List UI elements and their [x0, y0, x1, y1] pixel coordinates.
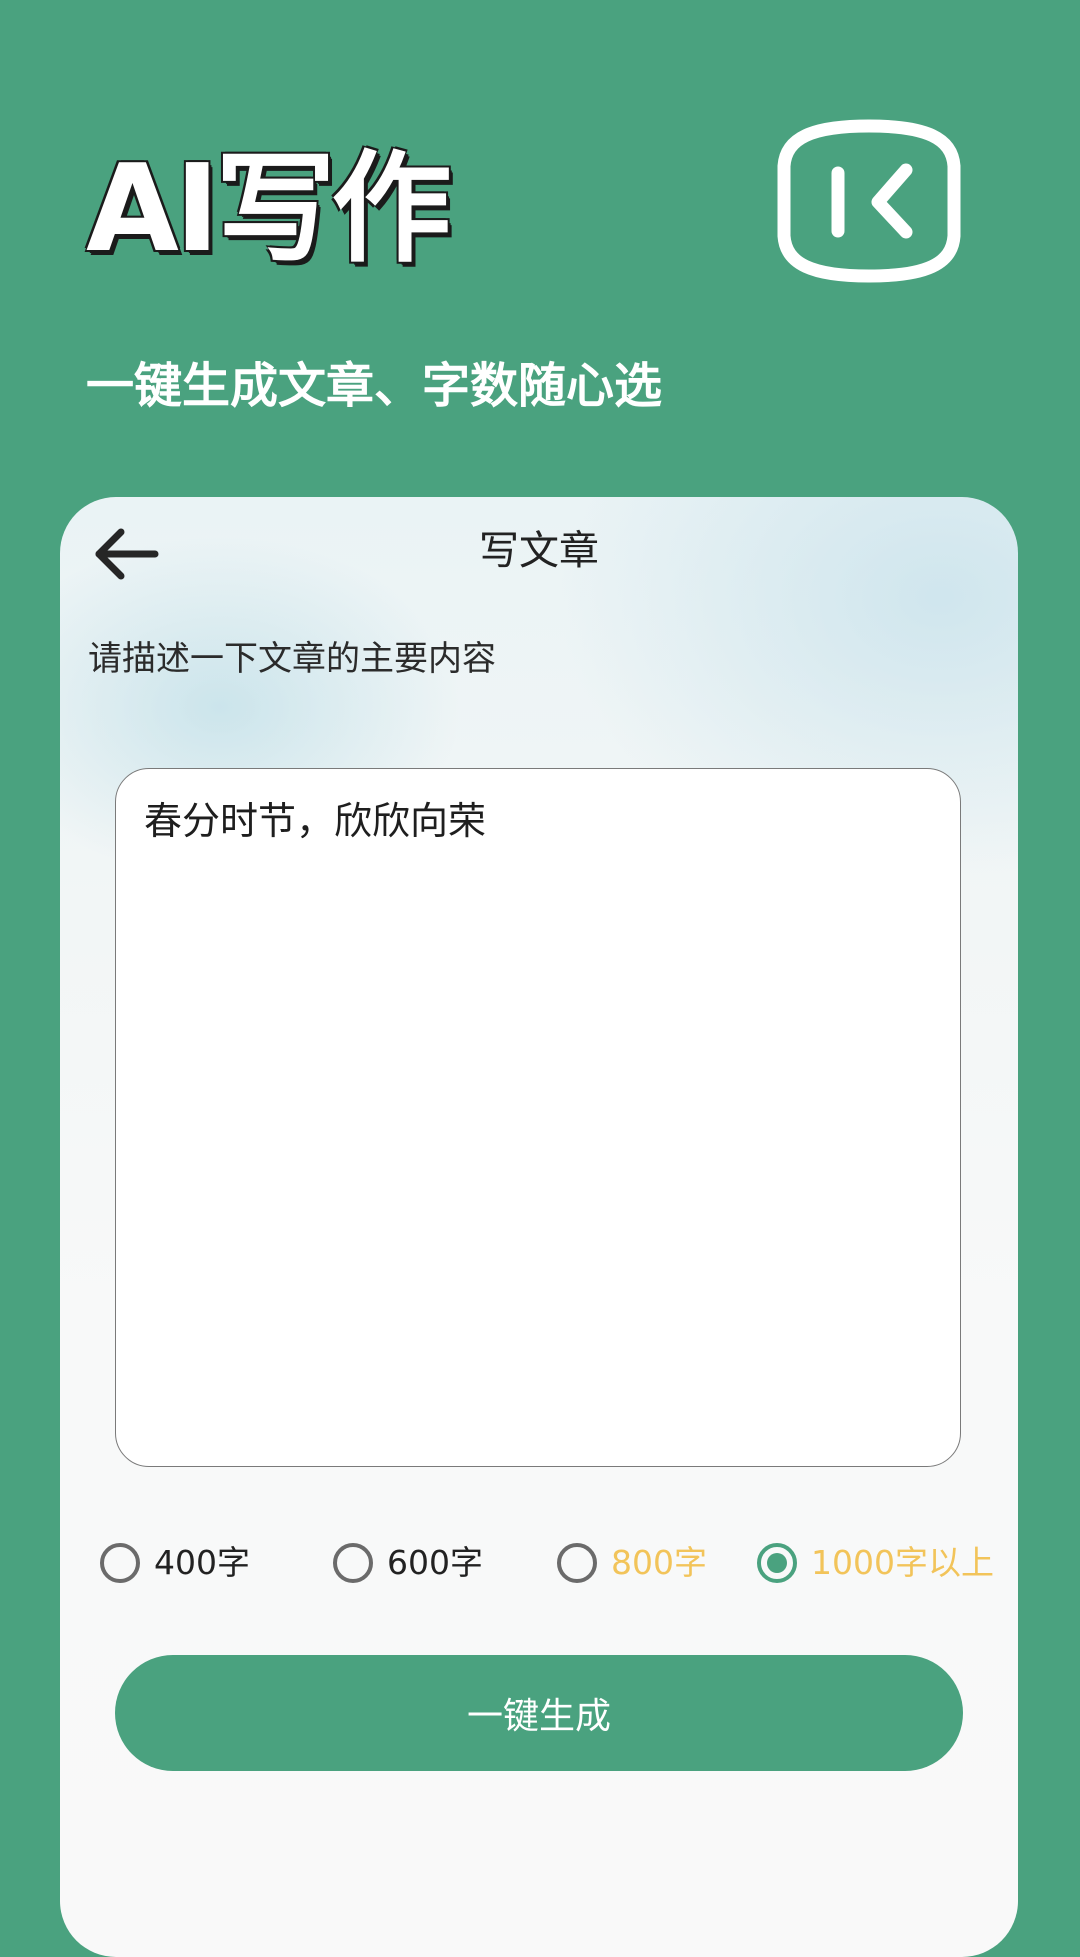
word-count-option-1000-plus[interactable]: 1000字以上 [757, 1538, 994, 1588]
hero-title: AI写作 [86, 140, 452, 279]
word-count-option-400[interactable]: 400字 [100, 1538, 250, 1588]
back-frame-icon[interactable] [776, 118, 962, 284]
word-count-option-800[interactable]: 800字 [557, 1538, 707, 1588]
word-count-option-600[interactable]: 600字 [333, 1538, 483, 1588]
page-title: 写文章 [479, 528, 599, 574]
hero-subtitle: 一键生成文章、字数随心选 [86, 358, 663, 414]
radio-unchecked-icon[interactable] [333, 1543, 373, 1583]
prompt-label: 请描述一下文章的主要内容 [88, 639, 496, 679]
word-count-label: 400字 [154, 1543, 250, 1582]
word-count-label: 600字 [387, 1543, 483, 1582]
radio-checked-icon[interactable] [757, 1543, 797, 1583]
word-count-options: 400字 600字 800字 1000字以上 [0, 1538, 1080, 1588]
radio-unchecked-icon[interactable] [100, 1543, 140, 1583]
generate-button[interactable]: 一键生成 [115, 1655, 963, 1771]
word-count-label: 1000字以上 [811, 1543, 994, 1582]
radio-unchecked-icon[interactable] [557, 1543, 597, 1583]
article-content-input[interactable]: 春分时节，欣欣向荣 [144, 795, 932, 1440]
word-count-label: 800字 [611, 1543, 707, 1582]
article-content-field[interactable]: 春分时节，欣欣向荣 [115, 768, 961, 1467]
